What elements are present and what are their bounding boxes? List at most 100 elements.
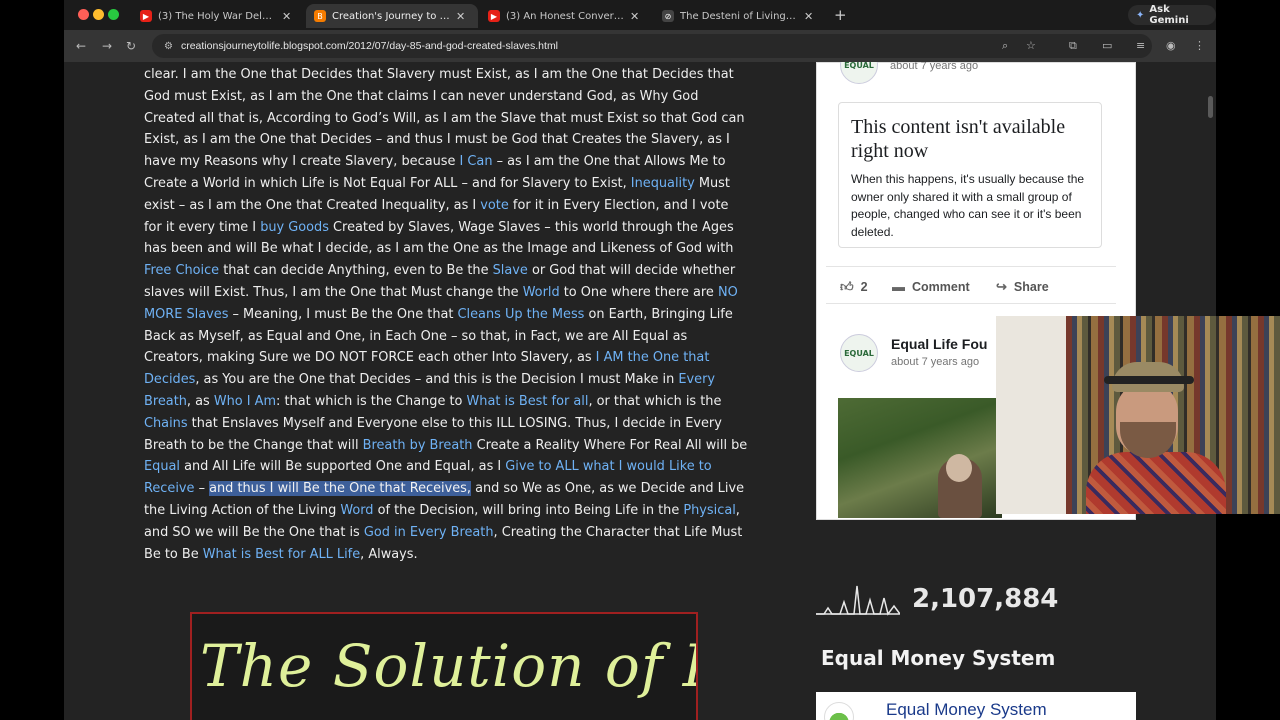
tab-bar: ▶ (3) The Holy War Delusion: Is ✕ B Crea… <box>64 0 1216 30</box>
tab-title: (3) The Holy War Delusion: Is <box>158 10 276 22</box>
comment-button[interactable]: ▬ Comment <box>892 279 970 294</box>
video-thumbnail[interactable] <box>838 398 1002 518</box>
back-icon[interactable]: ← <box>76 39 86 53</box>
avatar-text: EQUAL <box>844 348 874 358</box>
close-tab-icon[interactable]: ✕ <box>282 10 291 23</box>
post-author-name[interactable]: Equal Life Fou <box>891 336 987 352</box>
webcam-person <box>1086 356 1226 514</box>
article-link[interactable]: buy Goods <box>260 220 329 235</box>
unavailable-message: When this happens, it's usually because … <box>851 172 1085 239</box>
webcam-window-light <box>996 316 1066 514</box>
post-actions: 👍︎ 2 ▬ Comment ↪ Share <box>826 266 1116 304</box>
comment-label: Comment <box>912 279 970 294</box>
article-link[interactable]: God in Every Breath <box>364 525 494 540</box>
article-link[interactable]: World <box>523 285 560 300</box>
article-link[interactable]: Inequality <box>631 176 695 191</box>
bookmark-star-icon[interactable]: ☆ <box>1026 39 1036 52</box>
unavailable-content-box: This content isn't available right now W… <box>838 102 1102 248</box>
equal-money-logo <box>824 702 854 720</box>
ask-gemini-button[interactable]: ✦ Ask Gemini <box>1128 4 1216 26</box>
like-button[interactable]: 👍︎ 2 <box>840 279 868 295</box>
webcam-shirt <box>1086 452 1226 514</box>
pulse-graph-icon <box>816 585 900 616</box>
selected-text: and thus I will Be the One that Receives… <box>209 481 471 497</box>
article-text: of the Decision, will bring into Being L… <box>373 502 684 518</box>
article-link[interactable]: I Can <box>460 154 493 169</box>
article-text: – Meaning, I must Be the One that <box>228 306 458 322</box>
article-text: : that which is the Change to <box>276 393 467 409</box>
thumbs-up-icon: 👍︎ <box>840 279 854 294</box>
avatar-text: EQUAL <box>844 62 874 70</box>
gemini-label: Ask Gemini <box>1149 4 1189 26</box>
tab-holy-war[interactable]: ▶ (3) The Holy War Delusion: Is ✕ <box>132 4 304 28</box>
article-text: , as <box>186 393 214 409</box>
article-text: to One where there are <box>559 284 718 300</box>
solution-of-life-image[interactable]: The Solution of Life <box>190 612 698 720</box>
equal-money-name[interactable]: Equal Money System <box>886 700 1047 720</box>
article-link[interactable]: Equal <box>144 459 180 474</box>
post-timestamp[interactable]: about 7 years ago <box>890 62 978 72</box>
article-link[interactable]: What is Best for all <box>467 394 589 409</box>
article-link[interactable]: Slave <box>493 263 528 278</box>
link-icon: ⊘ <box>662 10 674 22</box>
sidebar-icon[interactable]: ▭ <box>1102 39 1112 52</box>
new-tab-button[interactable]: + <box>834 6 847 24</box>
url-domain: creationsjourneytolife.blogspot.com <box>180 40 346 52</box>
article-link[interactable]: Who I Am <box>214 394 276 409</box>
comment-icon: ▬ <box>892 279 905 294</box>
minimize-window-button[interactable] <box>93 9 104 20</box>
share-label: Share <box>1013 280 1049 294</box>
close-tab-icon[interactable]: ✕ <box>804 10 813 23</box>
article-text: , or that which is the <box>588 393 722 409</box>
close-tab-icon[interactable]: ✕ <box>630 10 639 23</box>
site-info-icon[interactable]: ⚙ <box>164 41 173 52</box>
article-link[interactable]: vote <box>480 198 509 213</box>
thumbnail-head <box>946 454 972 482</box>
blogger-icon: B <box>314 10 326 22</box>
tab-title: Creation's Journey to Life: Da <box>332 10 450 22</box>
webcam-headphones <box>1104 376 1194 384</box>
article-text: Create a Reality Where For Real All will… <box>472 437 748 453</box>
page-scrollbar[interactable] <box>1208 96 1213 118</box>
menu-icon[interactable]: ⋮ <box>1194 39 1205 52</box>
equal-money-widget[interactable]: Equal Money System <box>816 692 1136 720</box>
profile-avatar-icon[interactable]: ◉ <box>1166 39 1176 52</box>
article-link[interactable]: What is Best for ALL Life <box>203 547 360 562</box>
youtube-icon: ▶ <box>488 10 500 22</box>
youtube-icon: ▶ <box>140 10 152 22</box>
article-text: – <box>194 481 210 497</box>
browser-toolbar: ← → ↻ ⚙ creationsjourneytolife.blogspot.… <box>64 30 1216 62</box>
article-text: that can decide Anything, even to Be the <box>219 263 493 279</box>
tab-desteni-of-living[interactable]: ⊘ The Desteni of Living - Decla ✕ <box>654 4 826 28</box>
post-timestamp[interactable]: about 7 years ago <box>891 356 979 368</box>
article-link[interactable]: Free Choice <box>144 263 219 278</box>
article-text: , Always. <box>360 546 418 562</box>
article-link[interactable]: Word <box>340 503 373 518</box>
equal-life-avatar[interactable]: EQUAL <box>840 334 878 372</box>
article-text: and All Life will Be supported One and E… <box>179 459 506 475</box>
maximize-window-button[interactable] <box>108 9 119 20</box>
visitor-counter: 2,107,884 <box>816 580 1058 618</box>
equal-money-section-title: Equal Money System <box>821 646 1056 670</box>
forward-icon[interactable]: → <box>102 39 112 53</box>
close-tab-icon[interactable]: ✕ <box>456 10 465 23</box>
media-controls-icon[interactable]: ≡ <box>1136 39 1145 52</box>
article-link[interactable]: Physical <box>683 503 735 518</box>
article-link[interactable]: Breath by Breath <box>363 438 473 453</box>
like-count: 2 <box>860 280 868 294</box>
close-window-button[interactable] <box>78 9 89 20</box>
tab-creations-journey[interactable]: B Creation's Journey to Life: Da ✕ <box>306 4 478 28</box>
extensions-icon[interactable]: ⧉ <box>1069 39 1077 53</box>
tab-title: The Desteni of Living - Decla <box>680 10 798 22</box>
article-body: clear. I am the One that Decides that Sl… <box>144 64 750 565</box>
zoom-icon[interactable]: ⌕ <box>1002 39 1008 53</box>
reload-icon[interactable]: ↻ <box>126 39 136 53</box>
share-icon: ↪ <box>996 279 1007 294</box>
share-button[interactable]: ↪ Share <box>996 279 1049 295</box>
tab-title: (3) An Honest Conversation o <box>506 10 624 22</box>
gemini-icon: ✦ <box>1136 9 1145 21</box>
article-link[interactable]: Cleans Up the Mess <box>458 307 585 322</box>
article-link[interactable]: Chains <box>144 416 188 431</box>
url-path: /2012/07/day-85-and-god-created-slaves.h… <box>345 40 559 52</box>
tab-honest-conversation[interactable]: ▶ (3) An Honest Conversation o ✕ <box>480 4 652 28</box>
